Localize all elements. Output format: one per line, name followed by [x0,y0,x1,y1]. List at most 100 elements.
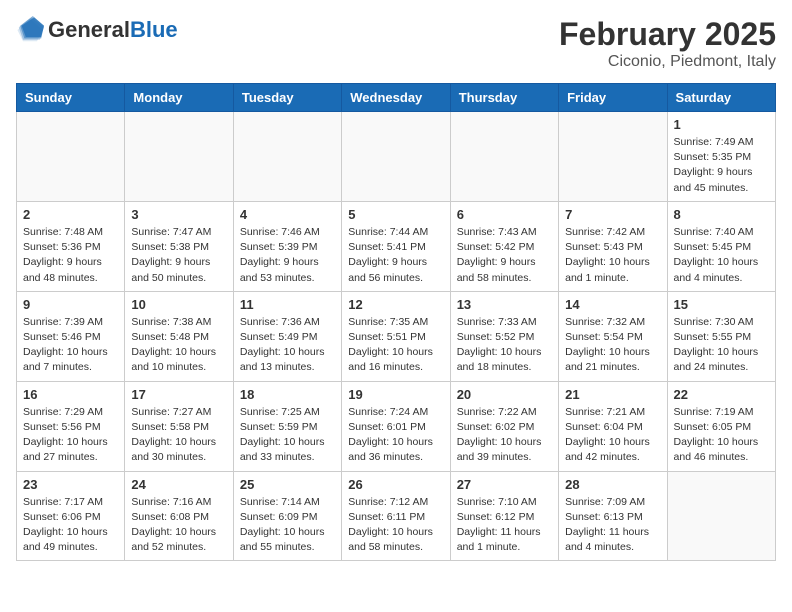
calendar-day-cell [559,112,667,202]
day-number: 16 [23,387,118,402]
calendar-day-cell: 24Sunrise: 7:16 AM Sunset: 6:08 PM Dayli… [125,471,233,561]
calendar-day-cell: 14 Sunrise: 7:32 AM Sunset: 5:54 PM Dayli… [559,291,667,381]
day-number: 27 [457,477,552,492]
day-number: 9 [23,297,118,312]
day-number: 13 [457,297,552,312]
calendar-day-cell: 12 Sunrise: 7:35 AM Sunset: 5:51 PM Dayli… [342,291,450,381]
weekday-header: Monday [125,84,233,112]
calendar-day-cell: 4 Sunrise: 7:46 AM Sunset: 5:39 PM Daylig… [233,201,341,291]
calendar-day-cell: 22 Sunrise: 7:19 AM Sunset: 6:05 PM Dayli… [667,381,775,471]
day-number: 17 [131,387,226,402]
day-info: Sunrise: 7:14 AM Sunset: 6:09 PM Dayligh… [240,495,335,556]
page-header: General Blue February 2025 Ciconio, Pied… [16,16,776,71]
day-info: Sunrise: 7:49 AM Sunset: 5:35 PM Dayligh… [674,135,769,196]
day-info: Sunrise: 7:25 AM Sunset: 5:59 PM Dayligh… [240,405,335,466]
day-info: Sunrise: 7:22 AM Sunset: 6:02 PM Dayligh… [457,405,552,466]
day-number: 10 [131,297,226,312]
day-number: 11 [240,297,335,312]
calendar-day-cell: 19 Sunrise: 7:24 AM Sunset: 6:01 PM Dayli… [342,381,450,471]
weekday-header: Tuesday [233,84,341,112]
calendar-day-cell [125,112,233,202]
day-number: 22 [674,387,769,402]
day-number: 5 [348,207,443,222]
calendar-day-cell: 28Sunrise: 7:09 AM Sunset: 6:13 PM Dayli… [559,471,667,561]
calendar-day-cell: 10Sunrise: 7:38 AM Sunset: 5:48 PM Dayli… [125,291,233,381]
weekday-header: Friday [559,84,667,112]
day-info: Sunrise: 7:24 AM Sunset: 6:01 PM Dayligh… [348,405,443,466]
calendar-day-cell [450,112,558,202]
day-info: Sunrise: 7:10 AM Sunset: 6:12 PM Dayligh… [457,495,552,556]
day-number: 6 [457,207,552,222]
calendar-day-cell: 13Sunrise: 7:33 AM Sunset: 5:52 PM Dayli… [450,291,558,381]
day-number: 7 [565,207,660,222]
calendar-day-cell: 3 Sunrise: 7:47 AM Sunset: 5:38 PM Daylig… [125,201,233,291]
day-info: Sunrise: 7:42 AM Sunset: 5:43 PM Dayligh… [565,225,660,286]
calendar-day-cell: 2Sunrise: 7:48 AM Sunset: 5:36 PM Daylig… [17,201,125,291]
day-info: Sunrise: 7:36 AM Sunset: 5:49 PM Dayligh… [240,315,335,376]
calendar-week-row: 2Sunrise: 7:48 AM Sunset: 5:36 PM Daylig… [17,201,776,291]
day-number: 1 [674,117,769,132]
day-info: Sunrise: 7:32 AM Sunset: 5:54 PM Dayligh… [565,315,660,376]
day-info: Sunrise: 7:29 AM Sunset: 5:56 PM Dayligh… [23,405,118,466]
day-info: Sunrise: 7:46 AM Sunset: 5:39 PM Dayligh… [240,225,335,286]
day-number: 24 [131,477,226,492]
calendar-day-cell: 26 Sunrise: 7:12 AM Sunset: 6:11 PM Dayli… [342,471,450,561]
day-info: Sunrise: 7:39 AM Sunset: 5:46 PM Dayligh… [23,315,118,376]
calendar-day-cell: 20 Sunrise: 7:22 AM Sunset: 6:02 PM Dayli… [450,381,558,471]
calendar-day-cell: 25 Sunrise: 7:14 AM Sunset: 6:09 PM Dayli… [233,471,341,561]
day-info: Sunrise: 7:17 AM Sunset: 6:06 PM Dayligh… [23,495,118,556]
day-info: Sunrise: 7:35 AM Sunset: 5:51 PM Dayligh… [348,315,443,376]
day-number: 23 [23,477,118,492]
day-info: Sunrise: 7:40 AM Sunset: 5:45 PM Dayligh… [674,225,769,286]
title-block: February 2025 Ciconio, Piedmont, Italy [559,16,776,71]
location: Ciconio, Piedmont, Italy [559,53,776,71]
day-info: Sunrise: 7:47 AM Sunset: 5:38 PM Dayligh… [131,225,226,286]
calendar-day-cell [342,112,450,202]
calendar-day-cell: 21 Sunrise: 7:21 AM Sunset: 6:04 PM Dayli… [559,381,667,471]
calendar-day-cell: 9 Sunrise: 7:39 AM Sunset: 5:46 PM Daylig… [17,291,125,381]
day-info: Sunrise: 7:30 AM Sunset: 5:55 PM Dayligh… [674,315,769,376]
weekday-header: Wednesday [342,84,450,112]
day-number: 20 [457,387,552,402]
day-info: Sunrise: 7:09 AM Sunset: 6:13 PM Dayligh… [565,495,660,556]
day-number: 14 [565,297,660,312]
day-info: Sunrise: 7:44 AM Sunset: 5:41 PM Dayligh… [348,225,443,286]
day-number: 26 [348,477,443,492]
calendar-day-cell: 15Sunrise: 7:30 AM Sunset: 5:55 PM Dayli… [667,291,775,381]
day-number: 12 [348,297,443,312]
logo: General Blue [16,16,178,44]
weekday-header-row: SundayMondayTuesdayWednesdayThursdayFrid… [17,84,776,112]
day-number: 19 [348,387,443,402]
logo-text: General Blue [48,19,178,41]
day-number: 21 [565,387,660,402]
day-info: Sunrise: 7:19 AM Sunset: 6:05 PM Dayligh… [674,405,769,466]
calendar-day-cell: 18 Sunrise: 7:25 AM Sunset: 5:59 PM Dayli… [233,381,341,471]
logo-general: General [48,19,130,41]
day-number: 3 [131,207,226,222]
day-number: 25 [240,477,335,492]
calendar-day-cell: 17 Sunrise: 7:27 AM Sunset: 5:58 PM Dayli… [125,381,233,471]
logo-icon [16,16,44,44]
day-number: 4 [240,207,335,222]
calendar-day-cell: 5 Sunrise: 7:44 AM Sunset: 5:41 PM Daylig… [342,201,450,291]
weekday-header: Sunday [17,84,125,112]
calendar-day-cell: 16 Sunrise: 7:29 AM Sunset: 5:56 PM Dayli… [17,381,125,471]
month-title: February 2025 [559,16,776,53]
calendar-day-cell [17,112,125,202]
day-info: Sunrise: 7:43 AM Sunset: 5:42 PM Dayligh… [457,225,552,286]
weekday-header: Thursday [450,84,558,112]
calendar-day-cell: 6 Sunrise: 7:43 AM Sunset: 5:42 PM Daylig… [450,201,558,291]
day-info: Sunrise: 7:12 AM Sunset: 6:11 PM Dayligh… [348,495,443,556]
weekday-header: Saturday [667,84,775,112]
calendar: SundayMondayTuesdayWednesdayThursdayFrid… [16,83,776,561]
calendar-day-cell [667,471,775,561]
calendar-day-cell: 27 Sunrise: 7:10 AM Sunset: 6:12 PM Dayli… [450,471,558,561]
calendar-day-cell: 1 Sunrise: 7:49 AM Sunset: 5:35 PM Daylig… [667,112,775,202]
logo-blue: Blue [130,19,178,41]
day-number: 8 [674,207,769,222]
day-info: Sunrise: 7:21 AM Sunset: 6:04 PM Dayligh… [565,405,660,466]
day-number: 18 [240,387,335,402]
day-info: Sunrise: 7:27 AM Sunset: 5:58 PM Dayligh… [131,405,226,466]
day-number: 2 [23,207,118,222]
calendar-week-row: 9 Sunrise: 7:39 AM Sunset: 5:46 PM Daylig… [17,291,776,381]
